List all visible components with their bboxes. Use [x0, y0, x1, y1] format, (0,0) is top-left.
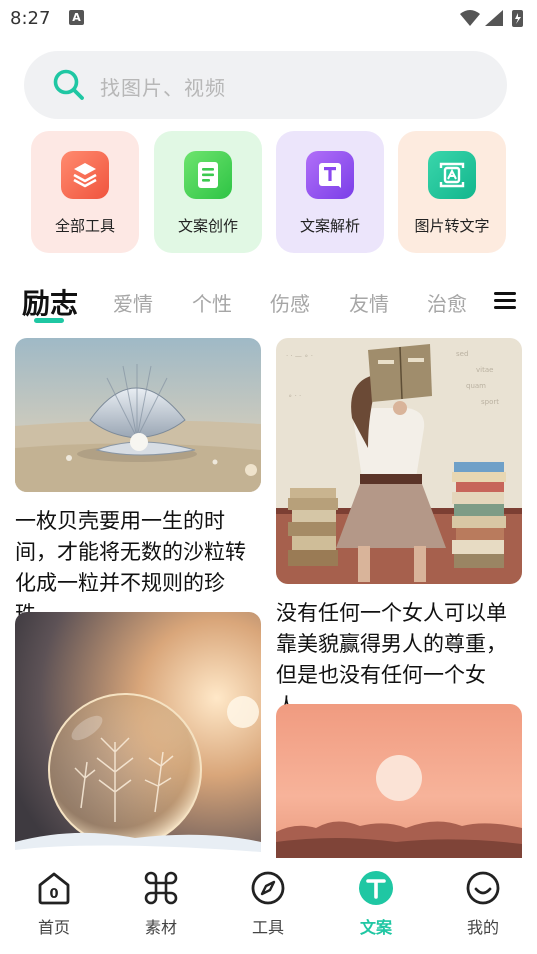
nav-copywriting[interactable]: 文案	[336, 870, 416, 940]
tab-inspirational[interactable]: 励志	[22, 282, 78, 322]
tab-friendship[interactable]: 友情	[349, 288, 389, 317]
svg-text:sport: sport	[481, 398, 499, 406]
home-icon: 0	[38, 872, 70, 905]
nav-label: 首页	[37, 918, 70, 937]
smile-icon	[466, 871, 500, 905]
command-icon	[144, 871, 178, 905]
active-tab-indicator	[34, 318, 64, 323]
status-bar: 8:27 A	[0, 0, 537, 36]
nav-label: 素材	[144, 918, 177, 937]
wifi-icon	[460, 10, 480, 26]
nav-home[interactable]: 0 首页	[14, 870, 94, 940]
category-tabs: 励志 爱情 个性 伤感 友情 治愈	[0, 278, 537, 328]
card-image-sunset[interactable]	[276, 704, 522, 858]
tab-sad[interactable]: 伤感	[270, 288, 310, 317]
card-image-seashell[interactable]	[15, 338, 261, 492]
svg-text:quam: quam	[466, 382, 486, 390]
nav-material[interactable]: 素材	[121, 870, 201, 940]
tool-label: 文案创作	[177, 217, 238, 235]
tool-copy-writing[interactable]: 文案创作	[154, 131, 262, 253]
svg-text:sed: sed	[456, 350, 468, 358]
card-image-woman-reading[interactable]: · · — ∘ · sed vitae quam sport ∘ · ·	[276, 338, 522, 584]
tab-personality[interactable]: 个性	[192, 288, 232, 317]
document-icon	[184, 151, 232, 199]
menu-icon[interactable]	[494, 292, 516, 309]
svg-text:· · — ∘ ·: · · — ∘ ·	[286, 352, 313, 360]
tool-image-to-text[interactable]: 图片转文字	[398, 131, 506, 253]
nav-tools[interactable]: 工具	[228, 870, 308, 940]
bottom-navigation: 0 首页 素材 工具 文案 我的	[0, 858, 537, 954]
svg-text:0: 0	[49, 887, 58, 902]
nav-label: 工具	[251, 918, 284, 937]
tool-all-tools[interactable]: 全部工具	[31, 131, 139, 253]
layers-icon	[61, 151, 109, 199]
nav-label: 文案	[359, 918, 392, 937]
text-t-icon	[359, 871, 393, 905]
search-bar[interactable]: 找图片、视频	[24, 51, 507, 119]
signal-icon	[485, 10, 503, 26]
nav-mine[interactable]: 我的	[443, 870, 523, 940]
tool-label: 文案解析	[299, 217, 360, 235]
tool-copy-analysis[interactable]: 文案解析	[276, 131, 384, 253]
tool-label: 全部工具	[54, 217, 115, 235]
search-placeholder: 找图片、视频	[100, 76, 226, 100]
svg-text:vitae: vitae	[476, 366, 493, 374]
image-to-text-icon	[428, 151, 476, 199]
notification-icon: A	[69, 10, 84, 25]
compass-icon	[251, 871, 285, 905]
nav-label: 我的	[466, 918, 499, 937]
tool-label: 图片转文字	[414, 217, 490, 235]
card-image-frozen-bubble[interactable]	[15, 612, 261, 858]
status-time: 8:27	[10, 8, 51, 29]
text-parse-icon	[306, 151, 354, 199]
system-status-icons	[460, 10, 523, 27]
tab-healing[interactable]: 治愈	[427, 288, 467, 317]
svg-text:∘ · ·: ∘ · ·	[288, 392, 301, 400]
tab-love[interactable]: 爱情	[113, 288, 153, 317]
search-icon	[53, 69, 84, 100]
